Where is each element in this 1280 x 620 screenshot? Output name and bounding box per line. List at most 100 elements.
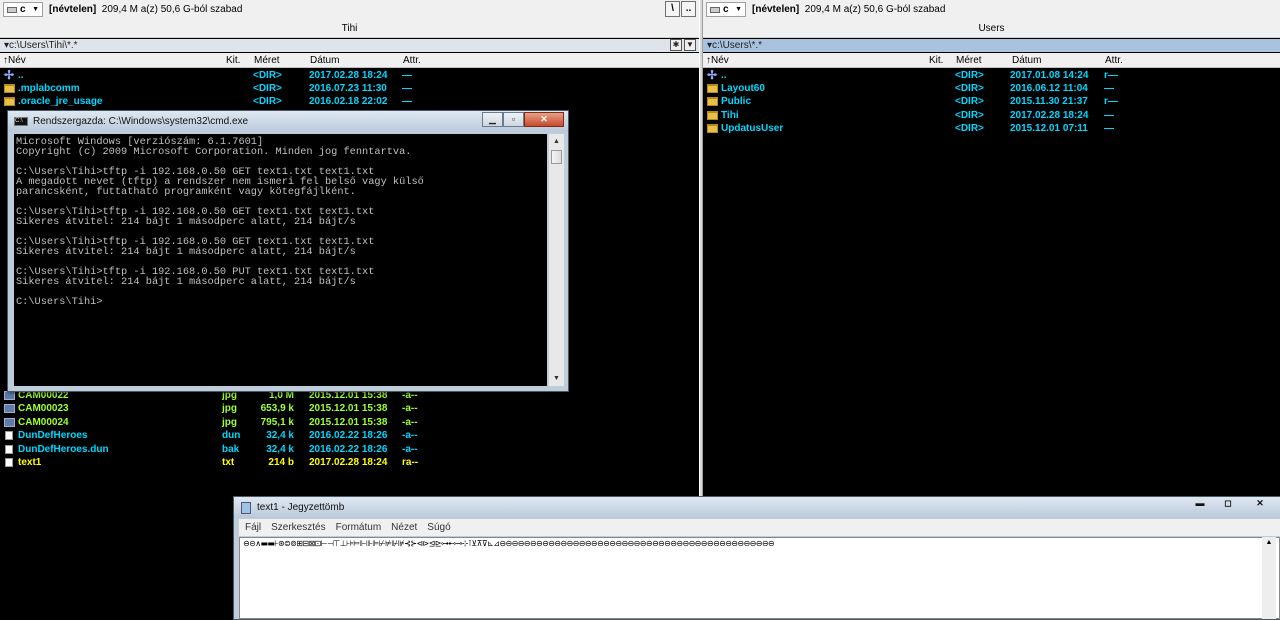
notepad-titlebar[interactable]: text1 - Jegyzettömb ▬ ◻ ✕ [234, 497, 1280, 518]
close-button[interactable]: ✕ [1242, 497, 1278, 512]
folder-icon [707, 110, 718, 120]
left-path-bar[interactable]: ▾c:\Users\Tihi\*.* ✱ ▼ [0, 39, 699, 52]
file-attr: r— [1104, 70, 1118, 81]
file-attr: — [1104, 122, 1114, 134]
menu-item-1[interactable]: Szerkesztés [271, 522, 325, 533]
col-ext[interactable]: Kit. [929, 53, 943, 68]
right-path-bar[interactable]: ▾c:\Users\*.* [703, 39, 1280, 52]
notepad-scrollbar[interactable]: ▲ [1262, 537, 1276, 619]
notepad-title: text1 - Jegyzettömb [257, 502, 345, 513]
file-row[interactable]: text1 txt 214 b 2017.02.28 18:24 ra-- [0, 456, 699, 469]
scroll-up-icon[interactable]: ▲ [550, 135, 563, 148]
col-date[interactable]: Dátum [1012, 53, 1041, 68]
file-name: text1 [18, 457, 42, 468]
parent-dir-button[interactable]: .. [681, 1, 696, 17]
image-file-icon [4, 404, 15, 414]
cmd-console[interactable]: Microsoft Windows [verziószám: 6.1.7601]… [14, 134, 547, 386]
right-drive-dropdown[interactable]: c ▼ [706, 2, 746, 17]
file-row[interactable]: .mplabcomm <DIR> 2016.07.23 11:30 — [0, 82, 699, 95]
hotlist-star-icon[interactable]: ✱ [670, 39, 682, 51]
col-size[interactable]: Méret [956, 53, 982, 68]
cmd-icon: C:\ [14, 117, 28, 126]
file-row[interactable]: Tihi <DIR> 2017.02.28 18:24 — [703, 109, 1280, 122]
col-name-label: Név [711, 55, 729, 66]
folder-icon [707, 123, 718, 133]
col-size[interactable]: Méret [254, 53, 280, 68]
file-row[interactable]: Public <DIR> 2015.11.30 21:37 r— [703, 95, 1280, 108]
col-ext[interactable]: Kit. [226, 53, 240, 68]
left-drive-dropdown[interactable]: c ▼ [3, 2, 43, 17]
file-row[interactable]: UpdatusUser <DIR> 2015.12.01 07:11 — [703, 122, 1280, 135]
file-date: 2015.12.01 07:11 [1010, 122, 1088, 134]
file-name: CAM00024 [18, 416, 69, 428]
file-date: 2015.12.01 15:38 [309, 403, 388, 415]
file-row[interactable]: ✢.. <DIR> 2017.02.28 18:24 — [0, 69, 699, 82]
menu-item-2[interactable]: Formátum [336, 522, 382, 533]
file-attr: -a-- [402, 430, 418, 442]
file-attr: — [1104, 109, 1114, 121]
file-ext: jpg [222, 416, 237, 428]
file-row[interactable]: CAM00024 jpg 795,1 k 2015.12.01 15:38 -a-- [0, 416, 699, 429]
close-button[interactable]: ✕ [524, 112, 564, 127]
notepad-icon [241, 502, 251, 514]
image-file-icon [4, 417, 15, 427]
file-name: Layout60 [721, 83, 765, 95]
file-row[interactable]: CAM00023 jpg 653,9 k 2015.12.01 15:38 -a-- [0, 402, 699, 415]
file-name: .. [18, 70, 24, 81]
file-row[interactable]: DunDefHeroes dun 32,4 k 2016.02.22 18:26 -a-… [0, 429, 699, 442]
col-attr[interactable]: Attr. [1105, 53, 1123, 68]
menu-item-0[interactable]: Fájl [245, 522, 261, 533]
file-row[interactable]: .oracle_jre_usage <DIR> 2016.02.18 22:02 — [0, 95, 699, 108]
file-date: 2017.02.28 18:24 [309, 70, 388, 81]
file-ext: bak [222, 443, 240, 455]
right-drive-letter: c [723, 4, 729, 15]
col-date[interactable]: Dátum [310, 53, 339, 68]
col-name[interactable]: ↑Név [3, 53, 26, 68]
menu-item-4[interactable]: Súgó [427, 522, 450, 533]
minimize-button[interactable]: ▁ [482, 112, 503, 127]
file-row[interactable]: ✢.. <DIR> 2017.01.08 14:24 r— [703, 69, 1280, 82]
file-ext: jpg [222, 403, 237, 415]
left-free-space: 209,4 M a(z) 50,6 G-ból szabad [101, 4, 243, 15]
file-size: <DIR> [253, 83, 282, 94]
scroll-up-icon[interactable]: ▲ [1262, 537, 1276, 549]
file-name: .mplabcomm [18, 83, 80, 94]
left-drive-info: [névtelen] 209,4 M a(z) 50,6 G-ból szaba… [49, 4, 242, 15]
file-size: 214 b [268, 457, 294, 468]
cmd-titlebar[interactable]: C:\ Rendszergazda: C:\Windows\system32\c… [8, 111, 568, 132]
col-name[interactable]: ↑Név [706, 53, 729, 68]
maximize-button[interactable]: ▫ [503, 112, 524, 127]
file-row[interactable]: Layout60 <DIR> 2016.06.12 11:04 — [703, 82, 1280, 95]
scroll-down-icon[interactable]: ▼ [550, 372, 563, 385]
root-dir-button[interactable]: \ [665, 1, 680, 17]
minimize-button[interactable]: ▬ [1186, 497, 1214, 512]
file-attr: — [1104, 83, 1114, 95]
console-line: Sikeres átvitel: 214 bájt 1 másodperc al… [16, 276, 356, 288]
notepad-text-area[interactable]: ⊖⊝∧▬▬⊦⊛⊜⊚⊞⊟⊠⊡⊢⊣⊤⊥⊦⊧⊨⊩⊪⊫⊬⊭⊮⊯⊰⊱⊲⊳⊴⊵⊶⊷⊸⊹⊺⊻⊼… [239, 537, 1280, 619]
notepad-window[interactable]: text1 - Jegyzettömb ▬ ◻ ✕ Fájl Szerkeszté… [233, 496, 1280, 620]
file-size: <DIR> [955, 83, 984, 95]
file-size: 32,4 k [266, 430, 294, 442]
maximize-button[interactable]: ◻ [1214, 497, 1242, 512]
file-date: 2017.01.08 14:24 [1010, 70, 1089, 81]
file-icon [5, 431, 13, 441]
file-row[interactable]: DunDefHeroes.dun bak 32,4 k 2016.02.22 18:2… [0, 443, 699, 456]
file-name: .oracle_jre_usage [18, 96, 103, 107]
left-path-text: c:\Users\Tihi\*.* [9, 40, 78, 51]
chevron-down-icon: ▼ [32, 6, 39, 13]
menu-item-3[interactable]: Nézet [391, 522, 417, 533]
cmd-scrollbar[interactable]: ▲ ▼ [548, 134, 564, 386]
file-name: CAM00023 [18, 403, 69, 415]
left-panel-title: Tihi [0, 19, 699, 38]
scroll-thumb[interactable] [551, 150, 562, 164]
text-file-icon [5, 458, 13, 467]
right-drive-bar: c ▼ [névtelen] 209,4 M a(z) 50,6 G-ból s… [703, 0, 1280, 19]
history-dropdown-icon[interactable]: ▼ [684, 39, 696, 51]
file-size: <DIR> [955, 70, 984, 81]
file-size: <DIR> [253, 96, 282, 107]
console-line: Sikeres átvitel: 214 bájt 1 másodperc al… [16, 216, 356, 228]
left-column-header: ↑Név Kit. Méret Dátum Attr. [0, 53, 699, 68]
file-attr: ra-- [402, 457, 419, 468]
cmd-window[interactable]: C:\ Rendszergazda: C:\Windows\system32\c… [7, 110, 569, 392]
col-attr[interactable]: Attr. [403, 53, 421, 68]
